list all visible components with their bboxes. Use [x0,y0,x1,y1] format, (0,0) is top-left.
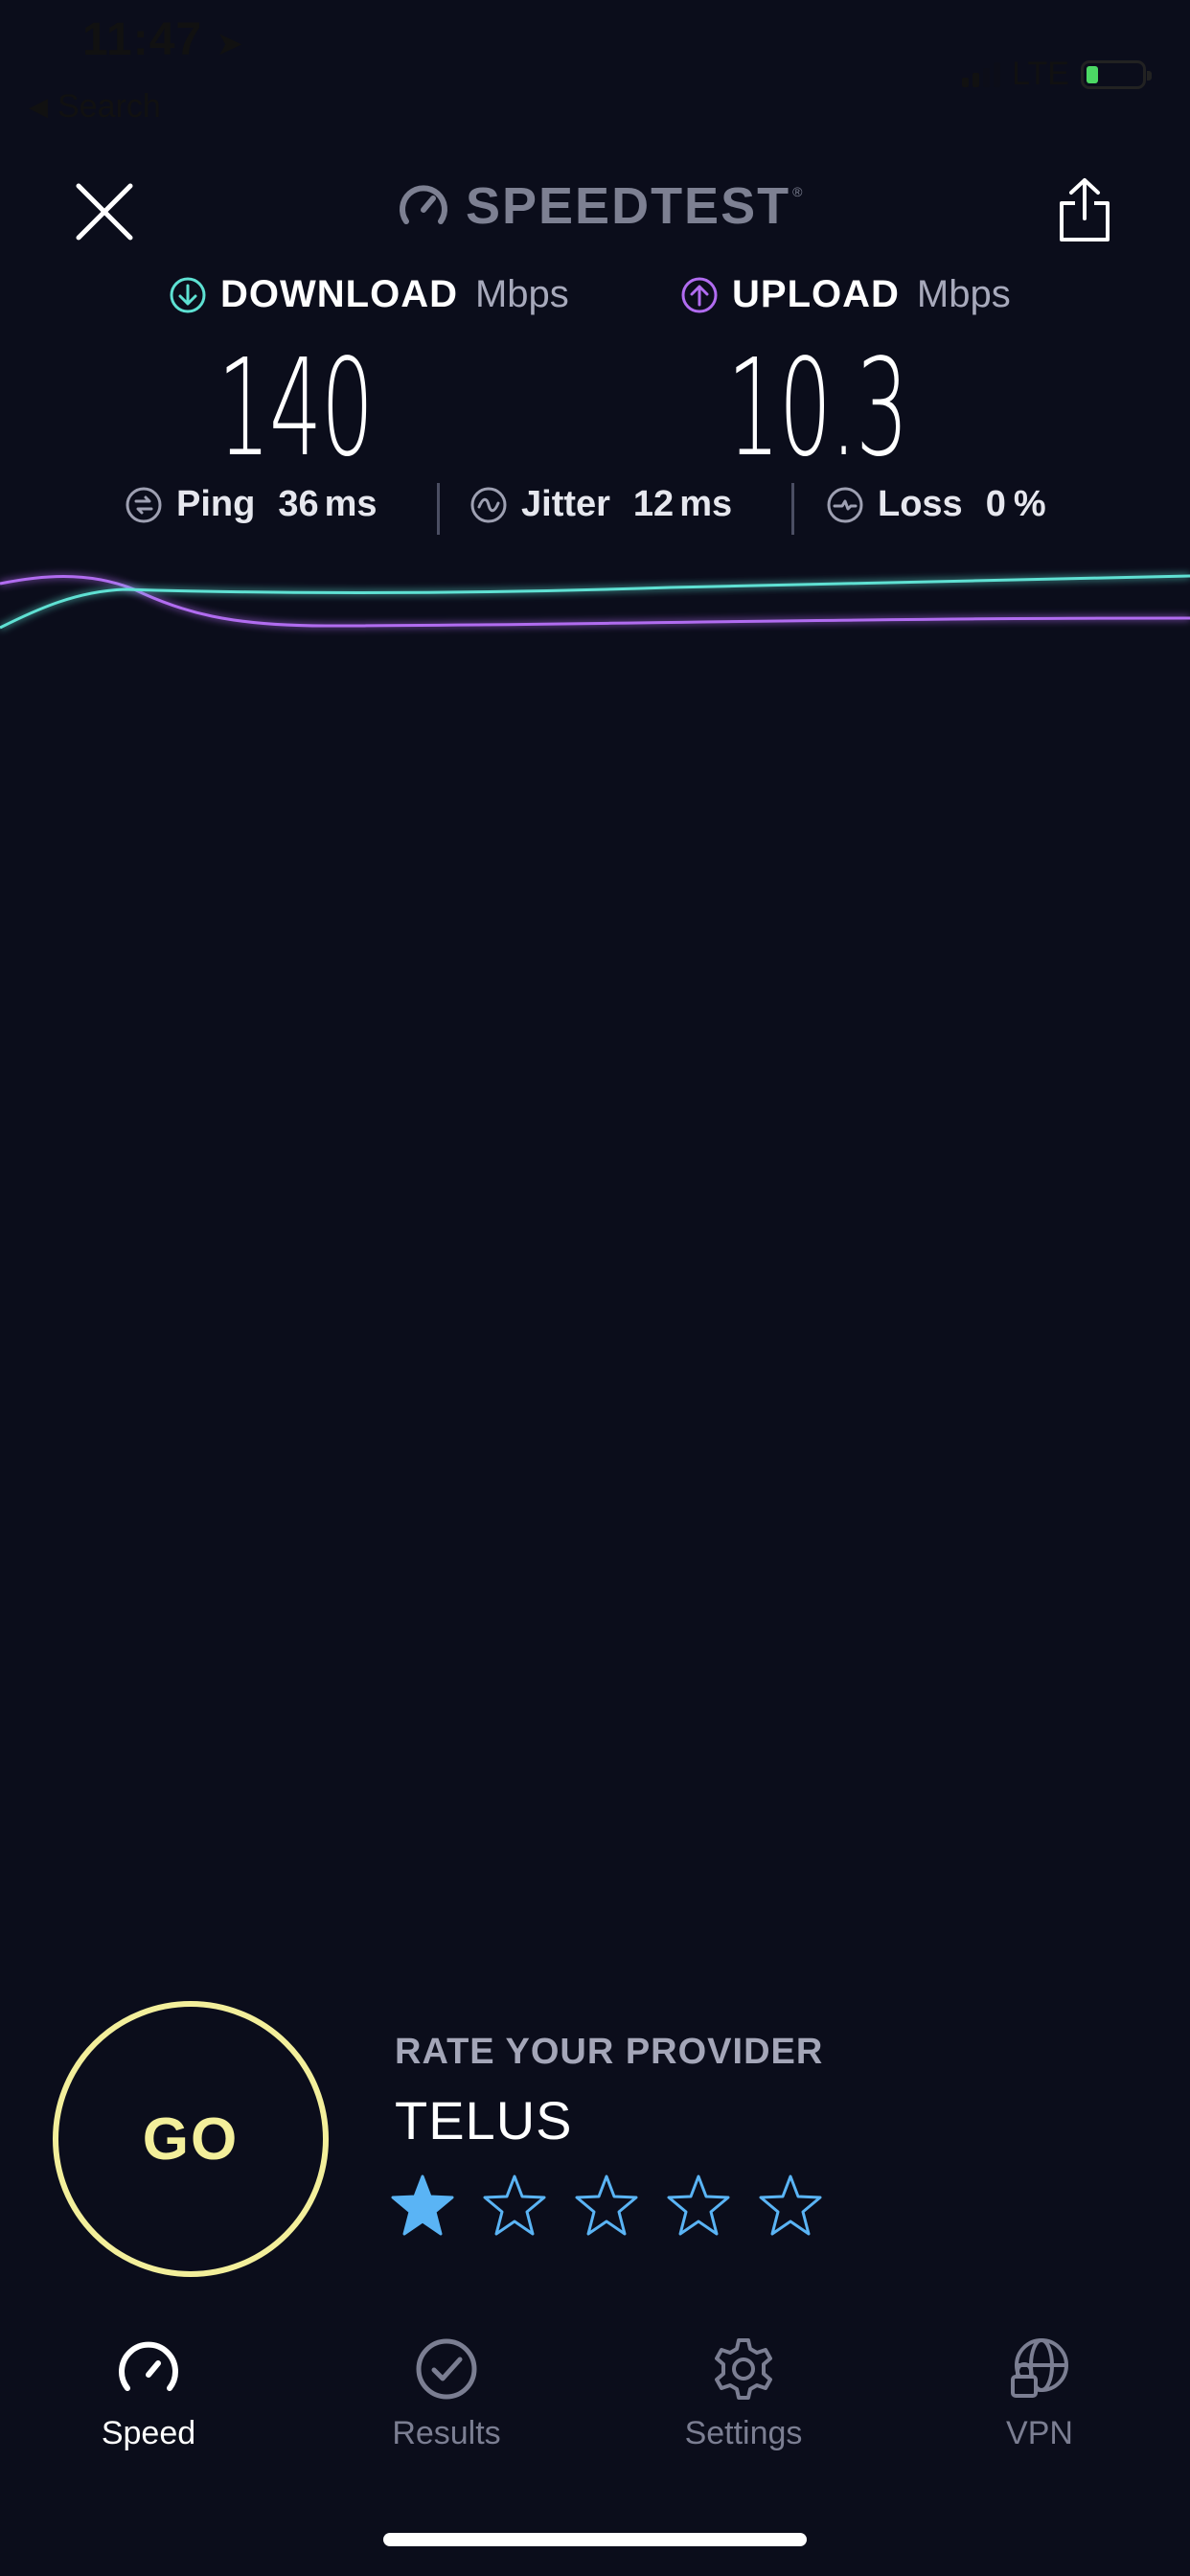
go-label: GO [142,2105,240,2173]
upload-arrow-icon [681,277,718,312]
tab-vpn[interactable]: VPN [934,2334,1145,2452]
ping-number: 36 [278,484,319,524]
share-icon [1060,178,1110,242]
upload-label: UPLOAD [732,273,900,315]
star-icon-empty[interactable] [759,2174,822,2237]
status-time-text: 11:47 [82,14,203,65]
back-triangle-icon: ◀ [29,92,48,121]
speedtest-logo: SPEEDTEST ® [397,176,802,236]
registered-mark: ® [792,184,803,199]
speedometer-icon [119,2341,178,2391]
gauge-logo-icon [400,185,447,224]
tab-vpn-label: VPN [1006,2415,1073,2451]
star-icon-filled[interactable] [391,2174,454,2237]
loss-icon [827,487,863,522]
back-label: Search [57,88,161,125]
loss-value: 0% [986,484,1046,525]
ping-stat: Ping 36 ms [125,484,378,525]
jitter-value: 12 ms [633,484,732,525]
status-indicators: LTE [962,56,1152,93]
loss-stat: Loss 0% [826,484,1046,525]
share-button[interactable] [1056,176,1113,243]
jitter-icon [470,487,507,522]
download-arrow-icon [170,277,206,312]
ping-label: Ping [176,484,256,524]
jitter-label: Jitter [521,484,610,524]
download-value: 140 [217,331,374,487]
jitter-number: 12 [632,484,675,524]
provider-name: TELUS [395,2090,573,2150]
status-time: 11:47 ➤ [82,13,244,66]
tab-settings-label: Settings [684,2415,803,2451]
jitter-unit: ms [679,484,733,524]
ping-icon [126,487,162,522]
stat-divider [437,483,440,535]
loss-number: 0 [985,484,1006,524]
rate-provider-title: RATE YOUR PROVIDER [395,2032,824,2072]
tab-results-label: Results [392,2415,501,2451]
network-type: LTE [1012,56,1069,92]
signal-icon [962,61,1001,87]
home-indicator[interactable] [383,2533,807,2546]
battery-icon [1081,59,1152,89]
check-circle-icon [416,2338,477,2400]
download-label: DOWNLOAD [220,273,458,315]
speed-graph [0,574,1190,630]
star-icon-empty[interactable] [575,2174,638,2237]
star-icon-empty[interactable] [483,2174,546,2237]
brand-name: SPEEDTEST [466,177,791,235]
loss-label: Loss [878,484,963,524]
stat-divider [791,483,794,535]
download-header: DOWNLOAD Mbps [169,273,569,316]
ping-value: 36 ms [278,484,377,525]
tab-speed-label: Speed [101,2415,196,2451]
back-to-search[interactable]: ◀ Search [29,88,161,126]
go-button[interactable]: GO [53,2001,329,2277]
close-icon [76,183,133,241]
upload-value: 10.3 [726,331,909,487]
jitter-stat: Jitter 12 ms [469,484,732,525]
tab-settings[interactable]: Settings [638,2334,849,2452]
rating-stars [391,2174,822,2237]
tab-results[interactable]: Results [341,2334,552,2452]
gear-icon [715,2338,772,2400]
upload-curve [0,575,1190,628]
loss-unit: % [1013,484,1046,524]
globe-lock-icon [1011,2338,1068,2398]
upload-unit: Mbps [916,273,1011,315]
ping-unit: ms [324,484,378,524]
upload-header: UPLOAD Mbps [680,273,1011,316]
location-arrow-icon: ➤ [216,26,244,62]
star-icon-empty[interactable] [667,2174,730,2237]
close-button[interactable] [73,180,136,243]
download-unit: Mbps [474,273,569,315]
tab-speed[interactable]: Speed [43,2334,254,2452]
